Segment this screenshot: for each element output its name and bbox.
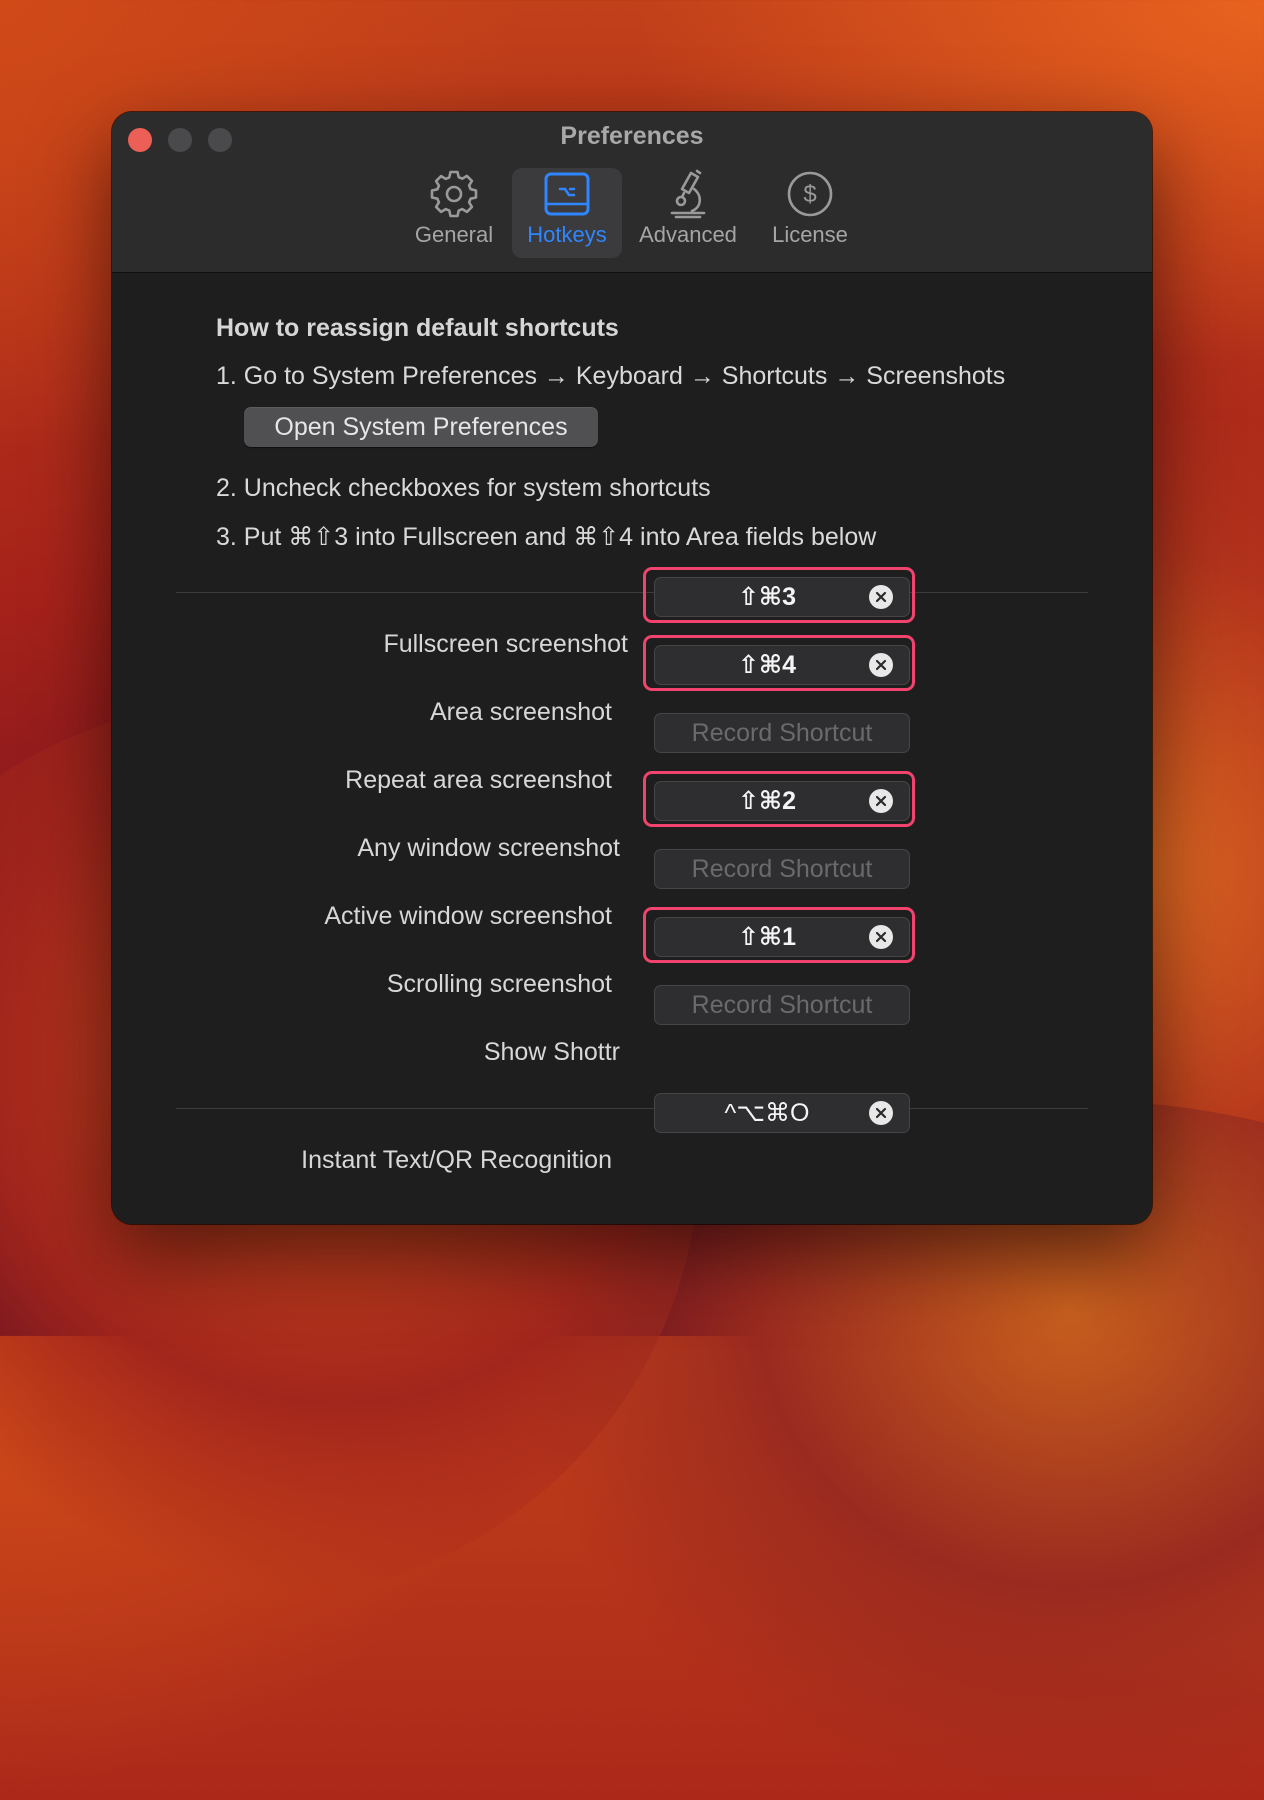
- tab-advanced[interactable]: Advanced: [630, 168, 746, 258]
- repeat-area-shortcut-field[interactable]: Record Shortcut: [654, 713, 910, 753]
- keyboard-icon: [543, 168, 591, 220]
- clear-shortcut-button[interactable]: [869, 925, 893, 949]
- fullscreen-shortcut-field[interactable]: ⇧⌘3: [654, 577, 910, 617]
- tab-advanced-label: Advanced: [639, 222, 737, 247]
- instruction-step-2: 2. Uncheck checkboxes for system shortcu…: [216, 474, 711, 502]
- instruction-step-3: 3. Put ⌘⇧3 into Fullscreen and ⌘⇧4 into …: [216, 523, 877, 551]
- toolbar: Preferences General Hotkeys Advanced $ L…: [112, 112, 1152, 273]
- x-icon: [875, 591, 887, 603]
- ocr-shortcut-field[interactable]: ^⌥⌘O: [654, 1093, 910, 1133]
- microscope-icon: [664, 168, 712, 220]
- clear-shortcut-button[interactable]: [869, 1101, 893, 1125]
- tab-hotkeys[interactable]: Hotkeys: [512, 168, 622, 258]
- any-window-shortcut-field[interactable]: ⇧⌘2: [654, 781, 910, 821]
- open-system-preferences-button[interactable]: Open System Preferences: [244, 407, 598, 447]
- active-window-shortcut-field[interactable]: Record Shortcut: [654, 849, 910, 889]
- clear-shortcut-button[interactable]: [869, 653, 893, 677]
- preferences-window: Preferences General Hotkeys Advanced $ L…: [112, 112, 1152, 1224]
- any-window-shortcut-label: Any window screenshot: [357, 834, 620, 862]
- clear-shortcut-button[interactable]: [869, 789, 893, 813]
- shortcut-value: ⇧⌘4: [737, 651, 797, 679]
- shortcut-value: ⇧⌘3: [737, 583, 797, 611]
- record-shortcut-placeholder: Record Shortcut: [691, 718, 873, 747]
- dollar-icon: $: [786, 168, 834, 220]
- x-icon: [875, 931, 887, 943]
- x-icon: [875, 659, 887, 671]
- shortcut-value: ⇧⌘2: [737, 787, 797, 815]
- shortcut-value: ⇧⌘1: [737, 923, 797, 951]
- repeat-area-shortcut-label: Repeat area screenshot: [345, 766, 612, 794]
- scrolling-shortcut-label: Scrolling screenshot: [386, 970, 612, 998]
- shortcut-value: ^⌥⌘O: [724, 1099, 810, 1127]
- record-shortcut-placeholder: Record Shortcut: [691, 990, 873, 1019]
- clear-shortcut-button[interactable]: [869, 585, 893, 609]
- tab-license[interactable]: $ License: [760, 168, 860, 258]
- record-shortcut-placeholder: Record Shortcut: [691, 854, 873, 883]
- x-icon: [875, 1107, 887, 1119]
- divider: [176, 1108, 1088, 1109]
- tab-license-label: License: [772, 222, 848, 247]
- x-icon: [875, 795, 887, 807]
- tab-hotkeys-label: Hotkeys: [527, 222, 607, 247]
- instructions-heading: How to reassign default shortcuts: [216, 314, 619, 342]
- gear-icon: [430, 168, 478, 220]
- hotkeys-pane: How to reassign default shortcuts 1. Go …: [112, 273, 1152, 1224]
- window-title: Preferences: [560, 122, 704, 150]
- svg-text:$: $: [803, 181, 816, 208]
- active-window-shortcut-label: Active window screenshot: [324, 902, 612, 930]
- show-shottr-shortcut-label: Show Shottr: [483, 1038, 620, 1066]
- show-shottr-shortcut-field[interactable]: Record Shortcut: [654, 985, 910, 1025]
- ocr-shortcut-label: Instant Text/QR Recognition: [301, 1146, 612, 1174]
- divider: [176, 592, 1088, 593]
- instruction-step-1: 1. Go to System Preferences → Keyboard →…: [216, 362, 1006, 390]
- tab-general-label: General: [414, 222, 494, 247]
- scrolling-shortcut-field[interactable]: ⇧⌘1: [654, 917, 910, 957]
- fullscreen-shortcut-label: Fullscreen screenshot: [383, 630, 628, 658]
- tab-general[interactable]: General: [402, 168, 506, 258]
- area-shortcut-label: Area screenshot: [429, 698, 612, 726]
- area-shortcut-field[interactable]: ⇧⌘4: [654, 645, 910, 685]
